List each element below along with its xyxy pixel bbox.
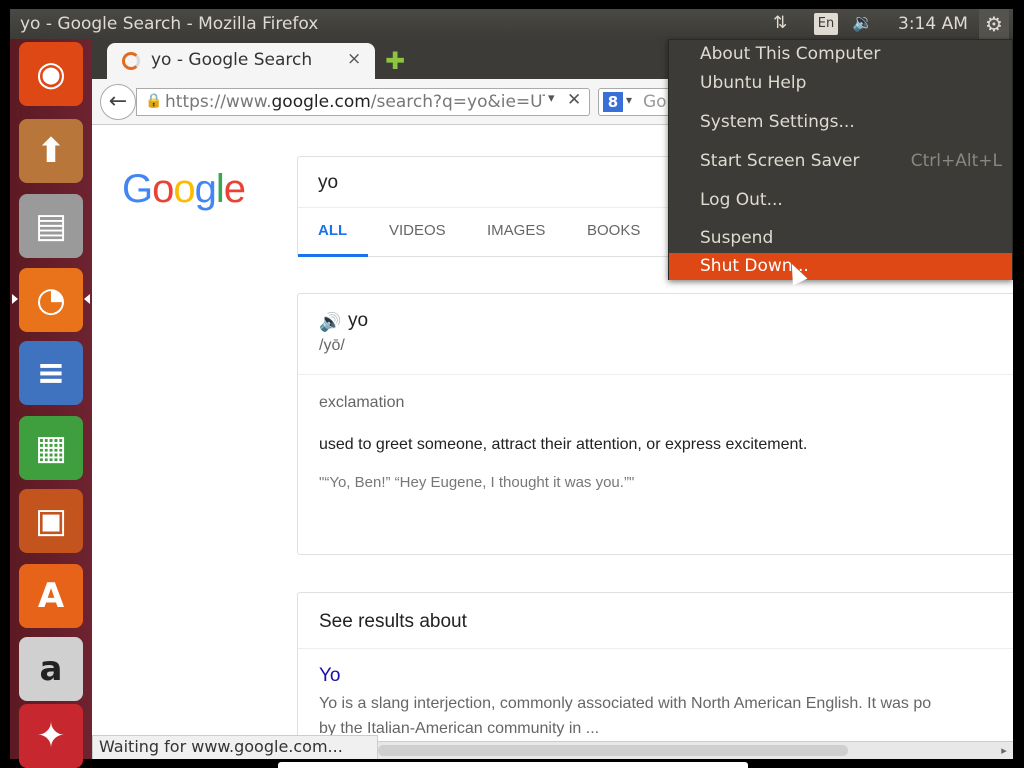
launcher-item-2[interactable]: ▤ [19, 194, 83, 258]
network-icon[interactable]: ⇅ [773, 13, 797, 35]
top-panel: yo - Google Search - Mozilla Firefox ⇅ E… [10, 9, 1013, 39]
loading-icon [122, 52, 140, 70]
launcher-item-6[interactable]: ▣ [19, 489, 83, 553]
about-description: Yo is a slang interjection, commonly ass… [319, 691, 931, 741]
session-menu: About This Computer Ubuntu Help System S… [668, 39, 1013, 280]
dictionary-definition: used to greet someone, attract their att… [319, 436, 808, 453]
divider [298, 648, 1013, 649]
google-engine-icon[interactable]: 8 [603, 92, 623, 112]
launcher-item-4[interactable]: ≡ [19, 341, 83, 405]
dictionary-example: "“Yo, Ben!” “Hey Eugene, I thought it wa… [319, 474, 635, 491]
active-indicator-left [12, 294, 18, 304]
about-link-yo[interactable]: Yo [319, 665, 341, 687]
url-prefix: https://www. [165, 92, 272, 112]
see-results-about-card: See results about Yo Yo is a slang inter… [297, 592, 1013, 741]
impress-icon: ▣ [34, 501, 68, 541]
dictionary-phonetic: /yō/ [319, 337, 345, 354]
writer-icon: ≡ [36, 353, 66, 393]
menu-item-shut-down[interactable]: Shut Down... [669, 253, 1012, 280]
menu-item-suspend[interactable]: Suspend [669, 225, 1012, 252]
logo-letter: l [215, 167, 225, 211]
launcher-item-9[interactable]: ✦ [19, 704, 83, 768]
menu-item-log-out[interactable]: Log Out... [669, 187, 1012, 214]
dictionary-word: yo [348, 310, 369, 331]
url-history-dropdown-icon[interactable]: ▾ [548, 91, 555, 106]
new-tab-button[interactable]: ✚ [385, 47, 405, 75]
volume-icon[interactable]: 🔉 [852, 13, 880, 35]
menu-item-system-settings[interactable]: System Settings... [669, 109, 1012, 136]
scroll-right-arrow[interactable]: ▸ [995, 742, 1013, 760]
tab-videos[interactable]: VIDEOS [389, 222, 446, 239]
speaker-icon[interactable]: 🔊 [319, 312, 341, 333]
dictionary-card: 🔊 yo /yō/ exclamation used to greet some… [297, 293, 1013, 555]
engine-dropdown-icon[interactable]: ▾ [626, 93, 632, 107]
menu-label: Start Screen Saver [700, 151, 860, 171]
scrollbar-thumb[interactable] [378, 745, 848, 756]
window-title: yo - Google Search - Mozilla Firefox [20, 14, 319, 34]
divider [298, 374, 1013, 375]
software-center-icon: ⬆ [36, 131, 66, 171]
menu-item-ubuntu-help[interactable]: Ubuntu Help [669, 70, 1012, 97]
tab-books[interactable]: BOOKS [587, 222, 640, 239]
bottom-edge [278, 762, 748, 768]
back-button[interactable]: ← [100, 84, 136, 120]
launcher-item-3[interactable]: ◔ [19, 268, 83, 332]
url-domain: google.com [271, 92, 371, 112]
url-text[interactable]: https://www.google.com/search?q=yo&ie=UT [165, 92, 545, 112]
launcher-item-5[interactable]: ▦ [19, 416, 83, 480]
horizontal-scrollbar[interactable]: ▸ [378, 741, 1013, 759]
tab-close-icon[interactable]: × [347, 49, 361, 69]
menu-label: Suspend [700, 228, 774, 248]
google-query-input[interactable]: yo [318, 172, 338, 194]
menu-label: About This Computer [700, 44, 881, 64]
session-gear-icon[interactable]: ⚙ [979, 9, 1009, 39]
firefox-icon: ◔ [36, 280, 66, 320]
launcher-item-0[interactable]: ◉ [19, 42, 83, 106]
tab-images[interactable]: IMAGES [487, 222, 545, 239]
dash-icon: ◉ [36, 54, 66, 94]
tab-title: yo - Google Search [151, 50, 313, 70]
menu-label: Log Out... [700, 190, 783, 210]
menu-label: System Settings... [700, 112, 855, 132]
menu-accelerator: Ctrl+Alt+L [910, 151, 1002, 171]
url-bar[interactable]: 🔒 https://www.google.com/search?q=yo&ie=… [136, 88, 590, 116]
search-input[interactable]: Go [643, 92, 667, 112]
menu-label: Ubuntu Help [700, 73, 807, 93]
logo-letter: e [223, 167, 246, 211]
amazon-icon: a [39, 649, 63, 689]
logo-letter: g [194, 167, 217, 211]
menu-item-about-this-computer[interactable]: About This Computer [669, 41, 1012, 68]
status-bar: Waiting for www.google.com... [92, 735, 378, 759]
logo-letter: o [152, 167, 174, 211]
tab-all[interactable]: ALL [318, 222, 347, 239]
launcher-item-1[interactable]: ⬆ [19, 119, 83, 183]
menu-item-start-screen-saver[interactable]: Start Screen Saver Ctrl+Alt+L [669, 148, 1012, 175]
tab-google-search[interactable]: yo - Google Search × [107, 43, 375, 79]
system-icon: ✦ [36, 716, 66, 756]
software-icon: A [37, 576, 65, 616]
about-desc-line1: Yo is a slang interjection, commonly ass… [319, 695, 932, 712]
keyboard-layout-indicator[interactable]: En [814, 13, 838, 35]
clock[interactable]: 3:14 AM [898, 14, 968, 36]
active-indicator-right [84, 294, 90, 304]
active-tab-underline [298, 254, 368, 257]
calc-icon: ▦ [34, 428, 68, 468]
url-stop-icon[interactable]: ✕ [567, 90, 581, 110]
lock-icon: 🔒 [145, 93, 163, 109]
logo-letter: o [173, 167, 195, 211]
dictionary-part-of-speech: exclamation [319, 394, 405, 411]
google-logo[interactable]: Google [122, 167, 246, 212]
launcher-item-8[interactable]: a [19, 637, 83, 701]
screen: yo - Google Search - Mozilla Firefox ⇅ E… [0, 0, 1024, 768]
launcher-item-7[interactable]: A [19, 564, 83, 628]
files-icon: ▤ [34, 206, 68, 246]
logo-letter: G [122, 167, 153, 211]
url-suffix: /search?q=yo&ie=UT [370, 92, 545, 112]
about-title: See results about [319, 611, 467, 632]
launcher: ◉ ⬆ ▤ ◔ ≡ ▦ ▣ Aa ✦ [10, 39, 92, 768]
